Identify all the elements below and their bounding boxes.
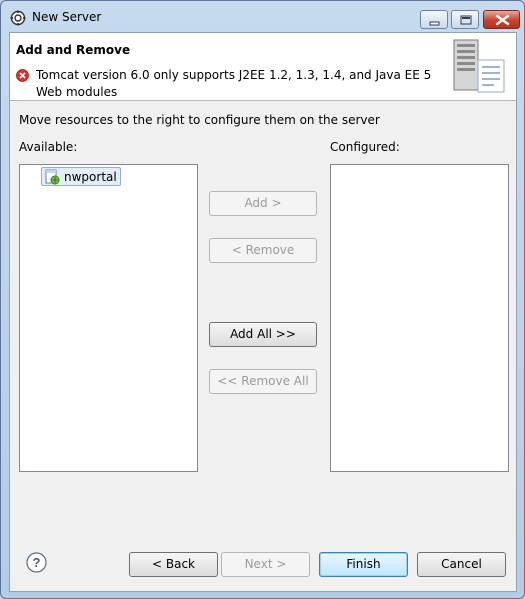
back-button[interactable]: < Back <box>129 552 218 577</box>
maximize-button[interactable] <box>451 10 479 29</box>
available-list[interactable]: nwportal <box>19 164 198 472</box>
close-button[interactable] <box>483 10 520 29</box>
error-message: Tomcat version 6.0 only supports J2EE 1.… <box>36 68 432 99</box>
page-title: Add and Remove <box>16 43 131 57</box>
add-button[interactable]: Add > <box>209 191 317 216</box>
error-icon <box>16 69 29 82</box>
web-project-icon <box>45 169 60 184</box>
new-server-window: New Server Add and Remove Tomcat version… <box>0 0 525 599</box>
minimize-icon <box>429 21 440 26</box>
minimize-button[interactable] <box>420 10 448 29</box>
remove-button[interactable]: < Remove <box>209 238 317 263</box>
configured-label: Configured: <box>330 140 400 154</box>
next-button[interactable]: Next > <box>221 552 310 577</box>
add-all-button[interactable]: Add All >> <box>209 322 317 347</box>
svg-text:?: ? <box>33 555 41 570</box>
finish-button[interactable]: Finish <box>319 552 408 577</box>
cancel-button[interactable]: Cancel <box>417 552 506 577</box>
help-icon[interactable]: ? <box>26 552 47 573</box>
close-icon <box>495 14 510 26</box>
remove-all-button[interactable]: << Remove All <box>209 369 317 394</box>
eclipse-gear-icon <box>10 10 26 26</box>
dialog-client-area: Add and Remove Tomcat version 6.0 only s… <box>9 32 517 592</box>
list-item[interactable]: nwportal <box>41 167 121 186</box>
maximize-icon <box>460 15 472 25</box>
configured-list[interactable] <box>330 164 509 472</box>
list-item-label: nwportal <box>64 169 117 184</box>
available-label: Available: <box>19 140 78 154</box>
instruction-text: Move resources to the right to configure… <box>19 113 380 127</box>
window-title: New Server <box>32 10 102 24</box>
title-bar[interactable]: New Server <box>1 1 524 31</box>
server-icon <box>453 39 505 93</box>
wizard-header: Add and Remove Tomcat version 6.0 only s… <box>10 33 516 101</box>
